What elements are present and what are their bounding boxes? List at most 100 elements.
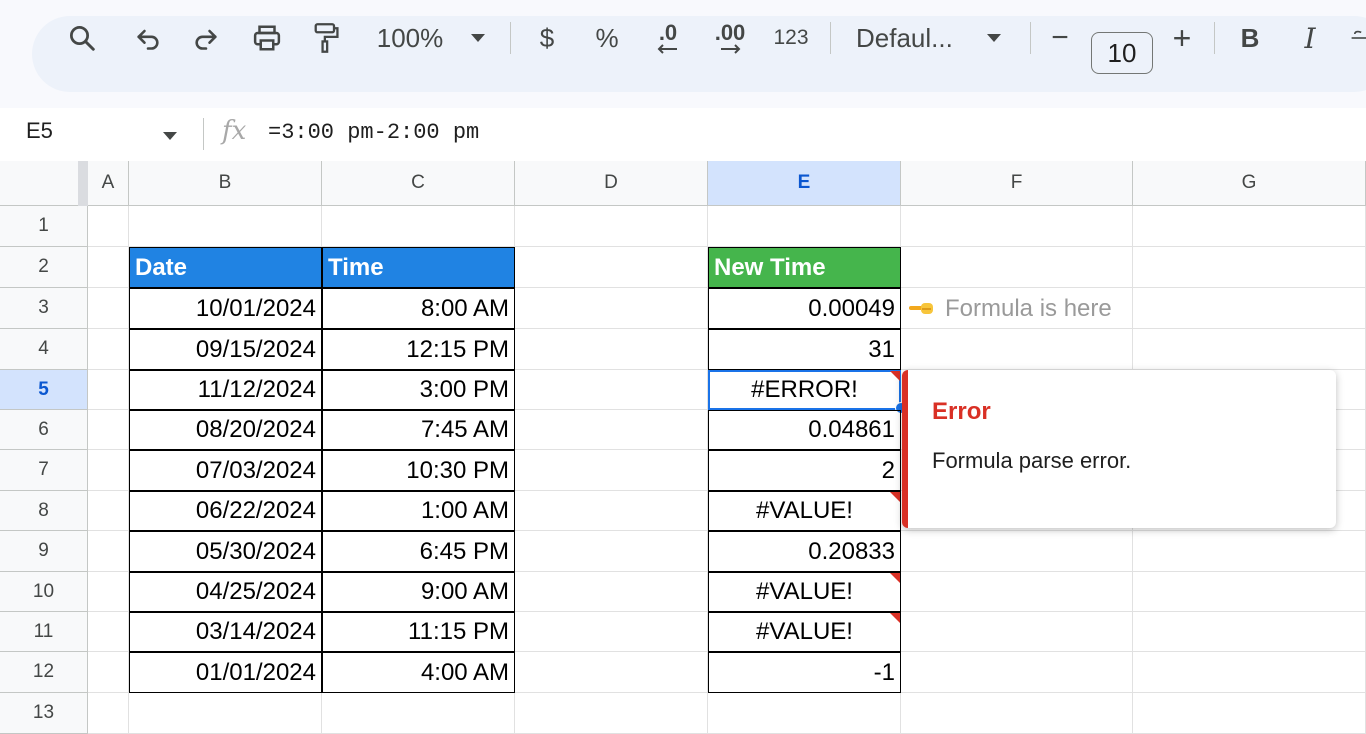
row-header-2[interactable]: 2 xyxy=(0,247,88,288)
time-cell[interactable]: 6:45 PM xyxy=(322,531,515,572)
error-popup-title: Error xyxy=(932,398,991,425)
row-header-8[interactable]: 8 xyxy=(0,491,88,531)
print-icon[interactable] xyxy=(248,0,286,76)
more-formats-button[interactable]: 123 xyxy=(770,0,812,76)
font-size-input[interactable]: 10 xyxy=(1091,32,1153,74)
name-box-dropdown-icon[interactable] xyxy=(162,128,178,146)
row-header-1[interactable]: 1 xyxy=(0,206,88,247)
formula-bar xyxy=(0,108,1366,160)
increase-font-size-button[interactable]: + xyxy=(1168,0,1196,76)
toolbar-divider xyxy=(830,22,831,54)
date-cell[interactable]: 08/20/2024 xyxy=(129,410,322,450)
new-time-cell[interactable]: 2 xyxy=(708,450,901,491)
bold-button[interactable]: B xyxy=(1236,0,1264,76)
time-cell[interactable]: 11:15 PM xyxy=(322,612,515,652)
error-indicator-icon xyxy=(890,492,900,502)
zoom-dropdown-icon[interactable] xyxy=(466,0,490,76)
column-header-c[interactable]: C xyxy=(322,161,515,206)
row-header-11[interactable]: 11 xyxy=(0,612,88,652)
column-header-e[interactable]: E xyxy=(708,161,901,206)
increase-decimal-label: .00 xyxy=(714,20,746,45)
column-header-a[interactable]: A xyxy=(88,161,129,206)
percent-format-button[interactable]: % xyxy=(592,0,622,76)
decrease-decimal-button[interactable]: .0 xyxy=(648,0,688,76)
date-cell[interactable]: 10/01/2024 xyxy=(129,288,322,329)
column-header-d[interactable]: D xyxy=(515,161,708,206)
zoom-select[interactable]: 100% xyxy=(372,0,448,76)
time-cell[interactable]: 4:00 AM xyxy=(322,652,515,693)
error-popup: Error Formula parse error. xyxy=(902,370,1336,528)
formula-bar-divider xyxy=(203,118,204,150)
error-indicator-icon xyxy=(890,573,900,583)
undo-icon[interactable] xyxy=(130,0,166,76)
toolbar xyxy=(32,16,1366,92)
new-time-cell[interactable]: 0.20833 xyxy=(708,531,901,572)
date-cell[interactable]: 03/14/2024 xyxy=(129,612,322,652)
new-time-cell[interactable]: #VALUE! xyxy=(708,491,901,531)
pointing-hand-icon xyxy=(909,295,935,323)
new-time-cell[interactable]: 31 xyxy=(708,329,901,370)
bold-icon: B xyxy=(1240,22,1260,53)
fx-icon: fx xyxy=(222,116,247,146)
minus-icon: − xyxy=(1051,21,1069,54)
row-header-7[interactable]: 7 xyxy=(0,450,88,491)
new-time-cell[interactable]: -1 xyxy=(708,652,901,693)
row-header-9[interactable]: 9 xyxy=(0,531,88,572)
time-cell[interactable]: 7:45 AM xyxy=(322,410,515,450)
select-all-corner[interactable] xyxy=(0,161,88,206)
date-cell[interactable]: 07/03/2024 xyxy=(129,450,322,491)
font-dropdown-icon[interactable] xyxy=(984,0,1004,76)
date-cell[interactable]: 04/25/2024 xyxy=(129,572,322,612)
font-family-select[interactable]: Defaul... xyxy=(856,0,964,76)
error-indicator-icon xyxy=(890,613,900,623)
error-indicator-icon xyxy=(890,371,900,381)
row-header-12[interactable]: 12 xyxy=(0,652,88,693)
date-cell[interactable]: 06/22/2024 xyxy=(129,491,322,531)
table-header-new-time: New Time xyxy=(708,247,901,288)
row-header-10[interactable]: 10 xyxy=(0,572,88,612)
freeze-handle[interactable] xyxy=(78,161,88,206)
search-icon[interactable] xyxy=(64,0,100,76)
row-header-5[interactable]: 5 xyxy=(0,370,88,410)
zoom-value: 100% xyxy=(376,22,444,53)
name-box[interactable]: E5 xyxy=(26,118,53,144)
time-cell[interactable]: 12:15 PM xyxy=(322,329,515,370)
annotation-note: Formula is here xyxy=(901,288,1141,329)
row-header-4[interactable]: 4 xyxy=(0,329,88,370)
time-cell[interactable]: 9:00 AM xyxy=(322,572,515,612)
time-cell[interactable]: 3:00 PM xyxy=(322,370,515,410)
time-cell[interactable]: 1:00 AM xyxy=(322,491,515,531)
column-header-g[interactable]: G xyxy=(1133,161,1366,206)
time-cell[interactable]: 10:30 PM xyxy=(322,450,515,491)
more-formats-label: 123 xyxy=(773,26,809,49)
formula-input[interactable]: =3:00 pm-2:00 pm xyxy=(268,120,479,145)
italic-icon: I xyxy=(1304,21,1316,55)
row-header-13[interactable]: 13 xyxy=(0,693,88,734)
row-header-3[interactable]: 3 xyxy=(0,288,88,329)
redo-icon[interactable] xyxy=(188,0,224,76)
row-header-6[interactable]: 6 xyxy=(0,410,88,450)
new-time-cell[interactable]: 0.00049 xyxy=(708,288,901,329)
paint-format-icon[interactable] xyxy=(308,0,344,76)
date-cell[interactable]: 09/15/2024 xyxy=(129,329,322,370)
table-header-time: Time xyxy=(322,247,515,288)
strikethrough-icon[interactable] xyxy=(1350,0,1366,76)
toolbar-divider xyxy=(1030,22,1031,54)
date-cell[interactable]: 11/12/2024 xyxy=(129,370,322,410)
date-cell[interactable]: 01/01/2024 xyxy=(129,652,322,693)
italic-button[interactable]: I xyxy=(1296,0,1324,76)
increase-decimal-button[interactable]: .00 xyxy=(710,0,750,76)
column-header-b[interactable]: B xyxy=(129,161,322,206)
new-time-cell[interactable]: 0.04861 xyxy=(708,410,901,450)
time-cell[interactable]: 8:00 AM xyxy=(322,288,515,329)
annotation-text: Formula is here xyxy=(945,294,1112,322)
new-time-cell[interactable]: #VALUE! xyxy=(708,572,901,612)
new-time-cell[interactable]: #VALUE! xyxy=(708,612,901,652)
arrow-left-icon xyxy=(657,44,677,54)
decrease-font-size-button[interactable]: − xyxy=(1046,0,1074,76)
column-header-f[interactable]: F xyxy=(901,161,1133,206)
percent-icon: % xyxy=(595,22,619,53)
date-cell[interactable]: 05/30/2024 xyxy=(129,531,322,572)
selected-cell[interactable]: #ERROR! xyxy=(708,370,901,410)
currency-format-button[interactable]: $ xyxy=(532,0,562,76)
